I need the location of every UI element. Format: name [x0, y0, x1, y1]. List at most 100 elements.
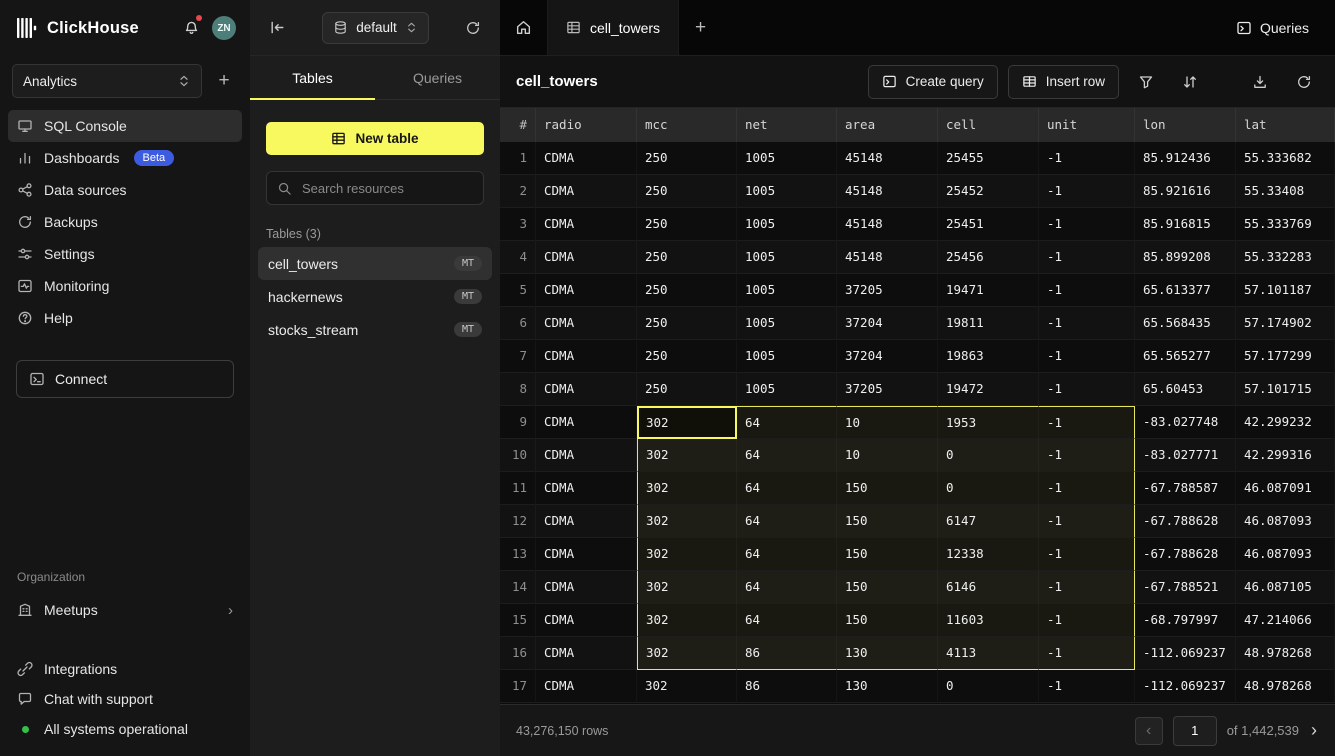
- table-cell[interactable]: 64: [737, 604, 837, 637]
- table-cell[interactable]: 150: [837, 604, 938, 637]
- table-cell[interactable]: 10: [837, 406, 938, 439]
- table-cell[interactable]: 37205: [837, 373, 938, 406]
- table-cell[interactable]: 46.087091: [1236, 472, 1335, 505]
- table-cell[interactable]: CDMA: [536, 373, 637, 406]
- table-cell[interactable]: 46.087105: [1236, 571, 1335, 604]
- table-cell[interactable]: -67.788628: [1135, 538, 1236, 571]
- table-cell[interactable]: 42.299316: [1236, 439, 1335, 472]
- table-cell[interactable]: CDMA: [536, 604, 637, 637]
- table-cell[interactable]: 302: [637, 637, 737, 670]
- sidebar-item-meetups[interactable]: Meetups ›: [8, 594, 242, 626]
- table-cell[interactable]: 6146: [938, 571, 1039, 604]
- table-cell[interactable]: 55.33408: [1236, 175, 1335, 208]
- table-cell[interactable]: 130: [837, 637, 938, 670]
- column-header[interactable]: lon: [1135, 108, 1236, 142]
- table-cell[interactable]: 250: [637, 241, 737, 274]
- avatar[interactable]: ZN: [212, 16, 236, 40]
- table-cell[interactable]: CDMA: [536, 241, 637, 274]
- table-cell[interactable]: 85.916815: [1135, 208, 1236, 241]
- table-cell[interactable]: -112.069237: [1135, 637, 1236, 670]
- table-cell[interactable]: CDMA: [536, 340, 637, 373]
- table-cell[interactable]: 85.921616: [1135, 175, 1236, 208]
- table-cell[interactable]: 130: [837, 670, 938, 703]
- notifications-button[interactable]: [178, 15, 204, 41]
- table-cell[interactable]: 65.613377: [1135, 274, 1236, 307]
- table-cell[interactable]: 150: [837, 472, 938, 505]
- table-cell[interactable]: -1: [1039, 241, 1135, 274]
- table-cell[interactable]: CDMA: [536, 208, 637, 241]
- sidebar-item-backups[interactable]: Backups: [8, 206, 242, 238]
- table-cell[interactable]: -1: [1039, 637, 1135, 670]
- table-cell[interactable]: 55.333769: [1236, 208, 1335, 241]
- table-cell[interactable]: 19811: [938, 307, 1039, 340]
- download-button[interactable]: [1243, 65, 1277, 99]
- sidebar-item-chat-support[interactable]: Chat with support: [8, 684, 242, 714]
- table-cell[interactable]: 302: [637, 472, 737, 505]
- table-cell[interactable]: 11603: [938, 604, 1039, 637]
- table-cell[interactable]: 37204: [837, 307, 938, 340]
- table-cell[interactable]: CDMA: [536, 670, 637, 703]
- new-table-button[interactable]: New table: [266, 122, 484, 155]
- table-cell[interactable]: -67.788628: [1135, 505, 1236, 538]
- table-cell[interactable]: -1: [1039, 571, 1135, 604]
- sidebar-item-settings[interactable]: Settings: [8, 238, 242, 270]
- table-cell[interactable]: 46.087093: [1236, 538, 1335, 571]
- table-cell[interactable]: CDMA: [536, 472, 637, 505]
- table-cell[interactable]: CDMA: [536, 406, 637, 439]
- table-cell[interactable]: 55.332283: [1236, 241, 1335, 274]
- sidebar-item-monitoring[interactable]: Monitoring: [8, 270, 242, 302]
- table-cell[interactable]: 65.568435: [1135, 307, 1236, 340]
- column-header[interactable]: #: [500, 108, 536, 142]
- table-cell[interactable]: 25456: [938, 241, 1039, 274]
- table-cell[interactable]: CDMA: [536, 175, 637, 208]
- table-cell[interactable]: -83.027771: [1135, 439, 1236, 472]
- table-cell[interactable]: -1: [1039, 274, 1135, 307]
- table-cell[interactable]: 1953: [938, 406, 1039, 439]
- table-cell[interactable]: CDMA: [536, 637, 637, 670]
- table-list-item-hackernews[interactable]: hackernews MT: [258, 280, 492, 313]
- prev-page-button[interactable]: ‹: [1135, 717, 1163, 745]
- collapse-panel-button[interactable]: [265, 15, 290, 40]
- table-cell[interactable]: 57.101715: [1236, 373, 1335, 406]
- table-cell[interactable]: 0: [938, 472, 1039, 505]
- table-cell[interactable]: 1005: [737, 208, 837, 241]
- filter-button[interactable]: [1129, 65, 1163, 99]
- table-cell[interactable]: 0: [938, 439, 1039, 472]
- create-query-button[interactable]: Create query: [868, 65, 998, 99]
- table-cell[interactable]: -67.788521: [1135, 571, 1236, 604]
- table-cell[interactable]: -1: [1039, 340, 1135, 373]
- column-header[interactable]: lat: [1236, 108, 1335, 142]
- table-cell[interactable]: 55.333682: [1236, 142, 1335, 175]
- table-list-item-cell-towers[interactable]: cell_towers MT: [258, 247, 492, 280]
- brand[interactable]: ClickHouse: [16, 17, 170, 39]
- search-input[interactable]: [300, 180, 473, 197]
- table-cell[interactable]: -1: [1039, 604, 1135, 637]
- table-cell[interactable]: CDMA: [536, 571, 637, 604]
- table-cell[interactable]: 25455: [938, 142, 1039, 175]
- table-cell[interactable]: 65.60453: [1135, 373, 1236, 406]
- table-cell[interactable]: 1005: [737, 373, 837, 406]
- table-cell[interactable]: 1005: [737, 274, 837, 307]
- add-workspace-button[interactable]: +: [212, 69, 236, 93]
- table-cell[interactable]: 57.177299: [1236, 340, 1335, 373]
- table-cell[interactable]: 150: [837, 538, 938, 571]
- next-page-button[interactable]: ›: [1309, 720, 1319, 741]
- tab-cell-towers[interactable]: cell_towers: [548, 0, 679, 55]
- table-cell[interactable]: 250: [637, 274, 737, 307]
- table-cell[interactable]: 19863: [938, 340, 1039, 373]
- table-cell[interactable]: 86: [737, 670, 837, 703]
- table-cell[interactable]: 6147: [938, 505, 1039, 538]
- table-cell[interactable]: 64: [737, 406, 837, 439]
- tab-queries[interactable]: Queries: [375, 56, 500, 99]
- table-cell[interactable]: 1005: [737, 241, 837, 274]
- column-header[interactable]: cell: [938, 108, 1039, 142]
- table-cell[interactable]: 85.912436: [1135, 142, 1236, 175]
- table-cell[interactable]: 19471: [938, 274, 1039, 307]
- table-cell[interactable]: -1: [1039, 472, 1135, 505]
- table-cell[interactable]: 250: [637, 142, 737, 175]
- table-cell[interactable]: 46.087093: [1236, 505, 1335, 538]
- table-cell[interactable]: 64: [737, 505, 837, 538]
- table-cell[interactable]: 302: [637, 538, 737, 571]
- table-cell[interactable]: 64: [737, 439, 837, 472]
- table-cell[interactable]: -1: [1039, 208, 1135, 241]
